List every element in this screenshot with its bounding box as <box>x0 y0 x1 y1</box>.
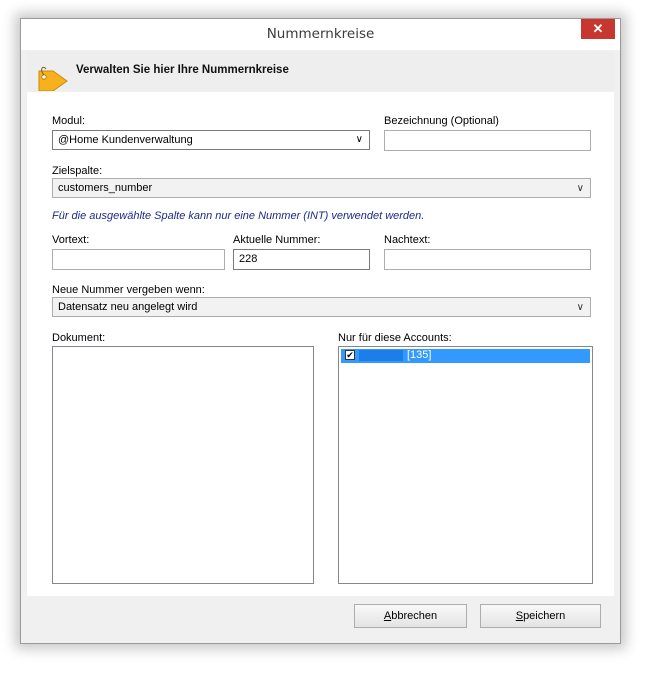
dialog-header: Verwalten Sie hier Ihre Nummernkreise <box>27 51 614 91</box>
zielspalte-select-value: customers_number <box>58 182 153 194</box>
modul-select[interactable]: @Home Kundenverwaltung ∨ <box>52 130 370 150</box>
aktuelle-nummer-label: Aktuelle Nummer: <box>233 234 321 246</box>
save-button[interactable]: Speichern <box>480 604 601 628</box>
account-id: [135] <box>407 349 432 361</box>
modul-select-value: @Home Kundenverwaltung <box>58 134 193 146</box>
vortext-input[interactable] <box>52 249 225 270</box>
cancel-label: bbrechen <box>391 610 438 622</box>
window-title: Nummernkreise <box>266 26 375 42</box>
chevron-down-icon: ∨ <box>576 183 584 194</box>
chevron-down-icon: ∨ <box>355 134 363 145</box>
zielspalte-label: Zielspalte: <box>52 165 103 177</box>
header-title: Verwalten Sie hier Ihre Nummernkreise <box>76 64 289 76</box>
neue-nummer-label: Neue Nummer vergeben wenn: <box>52 284 205 296</box>
accounts-label: Nur für diese Accounts: <box>338 332 452 344</box>
close-button[interactable]: ✕ <box>581 19 615 39</box>
form-area: Modul: @Home Kundenverwaltung ∨ Bezeichn… <box>27 92 614 596</box>
aktuelle-nummer-input[interactable]: 228 <box>233 249 370 270</box>
vortext-label: Vortext: <box>52 234 90 246</box>
account-checkbox[interactable]: ✔ <box>345 350 355 360</box>
zielspalte-select[interactable]: customers_number ∨ <box>52 178 591 198</box>
save-mnemonic: S <box>515 610 524 622</box>
title-bar: Nummernkreise ✕ <box>21 19 620 50</box>
modul-label: Modul: <box>52 115 86 127</box>
nachtext-input[interactable] <box>384 249 591 270</box>
dialog-window: Nummernkreise ✕ Verwalten Sie hier Ihre … <box>20 18 621 644</box>
dialog-footer: Abbrechen Speichern <box>27 596 614 637</box>
list-item[interactable]: ✔ [135] <box>341 349 590 363</box>
close-icon: ✕ <box>592 21 604 36</box>
save-label: peichern <box>523 610 566 622</box>
info-text: Für die ausgewählte Spalte kann nur eine… <box>52 210 425 222</box>
chevron-down-icon: ∨ <box>576 302 584 313</box>
dokument-label: Dokument: <box>52 332 106 344</box>
accounts-list[interactable]: ✔ [135] <box>338 346 593 584</box>
cancel-button[interactable]: Abbrechen <box>354 604 467 628</box>
account-name-redacted <box>359 350 403 361</box>
bezeichnung-input[interactable] <box>384 130 591 151</box>
nachtext-label: Nachtext: <box>384 234 431 246</box>
neue-nummer-select[interactable]: Datensatz neu angelegt wird ∨ <box>52 297 591 317</box>
tag-icon <box>38 66 68 91</box>
dokument-list[interactable] <box>52 346 314 584</box>
neue-nummer-select-value: Datensatz neu angelegt wird <box>58 301 198 313</box>
bezeichnung-label: Bezeichnung (Optional) <box>384 115 499 127</box>
